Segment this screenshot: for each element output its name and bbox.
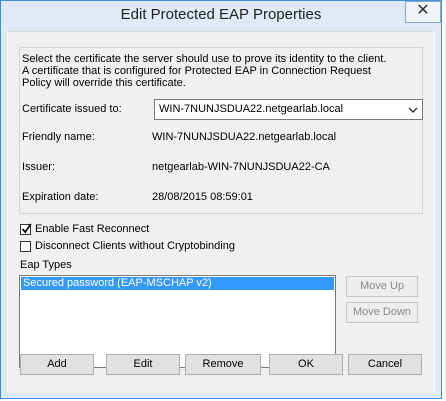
- enable-fast-reconnect-checkbox[interactable]: [20, 223, 32, 235]
- eap-types-label: Eap Types: [20, 259, 72, 271]
- certificate-select-value: WIN-7NUNJSDUA22.netgearlab.local: [159, 103, 344, 115]
- dialog-body: Select the certificate the server should…: [8, 31, 434, 393]
- checkmark-icon: [21, 223, 32, 234]
- move-up-button[interactable]: Move Up: [346, 276, 418, 297]
- certificate-select[interactable]: WIN-7NUNJSDUA22.netgearlab.local: [154, 99, 423, 120]
- friendly-name-label: Friendly name:: [22, 131, 95, 143]
- friendly-name-value: WIN-7NUNJSDUA22.netgearlab.local: [152, 131, 337, 143]
- expiration-date-label: Expiration date:: [22, 191, 99, 203]
- description-line-1: Select the certificate the server should…: [22, 53, 387, 65]
- remove-button[interactable]: Remove: [185, 354, 261, 375]
- move-down-button[interactable]: Move Down: [346, 302, 418, 323]
- description-line-3: Policy will override this certificate.: [22, 77, 186, 89]
- list-item[interactable]: Secured password (EAP-MSCHAP v2): [21, 277, 334, 290]
- issuer-label: Issuer:: [22, 161, 56, 173]
- chevron-down-icon: [408, 107, 418, 113]
- disconnect-clients-label[interactable]: Disconnect Clients without Cryptobinding: [35, 240, 235, 252]
- ok-button[interactable]: OK: [269, 354, 343, 375]
- certificate-issued-to-label: Certificate issued to:: [22, 103, 122, 115]
- edit-protected-eap-dialog: Edit Protected EAP Properties ✕ Select t…: [0, 0, 442, 399]
- description-line-2: A certificate that is configured for Pro…: [22, 65, 371, 77]
- enable-fast-reconnect-label[interactable]: Enable Fast Reconnect: [35, 223, 149, 235]
- certificate-description: Select the certificate the server should…: [22, 53, 386, 89]
- title-bar[interactable]: Edit Protected EAP Properties ✕: [1, 1, 441, 31]
- issuer-value: netgearlab-WIN-7NUNJSDUA22-CA: [152, 161, 330, 173]
- dialog-title: Edit Protected EAP Properties: [120, 6, 322, 23]
- disconnect-clients-checkbox[interactable]: [20, 241, 31, 252]
- add-button[interactable]: Add: [20, 354, 94, 375]
- close-button[interactable]: ✕: [405, 1, 441, 23]
- expiration-date-value: 28/08/2015 08:59:01: [152, 191, 253, 203]
- edit-button[interactable]: Edit: [106, 354, 180, 375]
- close-icon: ✕: [416, 2, 430, 19]
- cancel-button[interactable]: Cancel: [348, 354, 422, 375]
